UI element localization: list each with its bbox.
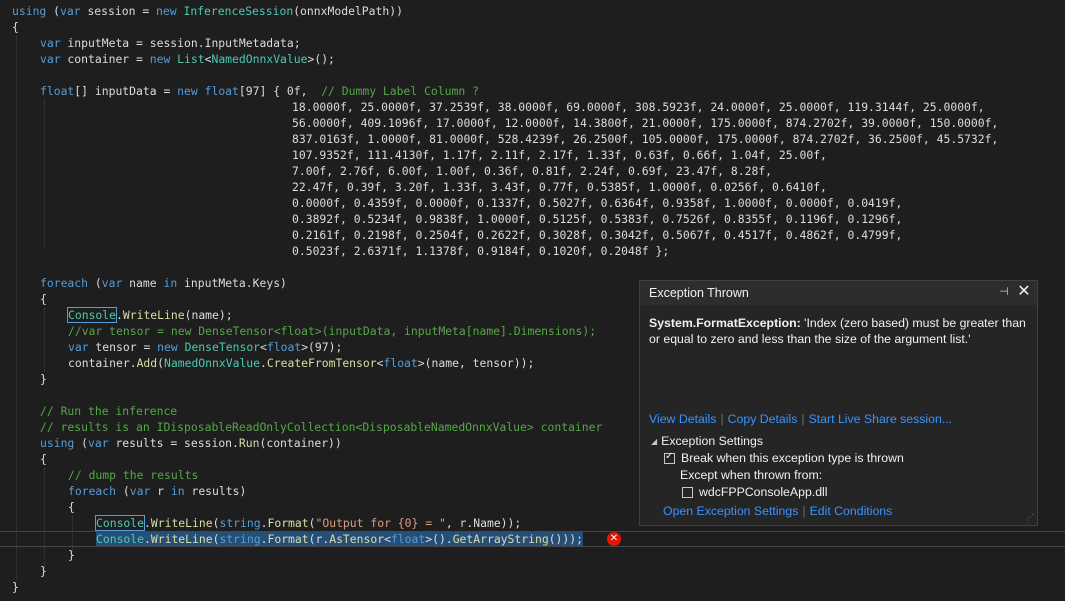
exception-popup-header: Exception Thrown ⊣ ✕ <box>640 281 1037 305</box>
console-highlight: Console <box>66 307 118 323</box>
code-line: foreach (var r in results) <box>68 484 247 498</box>
data-line: 0.2161f, 0.2198f, 0.2504f, 0.2622f, 0.30… <box>292 228 903 242</box>
popup-bottom-links: Open Exception Settings | Edit Conditions <box>663 504 892 518</box>
exception-message: System.FormatException: 'Index (zero bas… <box>649 315 1033 347</box>
popup-title: Exception Thrown <box>649 286 749 300</box>
code-line: //var tensor = new DenseTensor<float>(in… <box>68 324 597 338</box>
data-line: 22.47f, 0.39f, 3.20f, 1.33f, 3.43f, 0.77… <box>292 180 827 194</box>
code-line: { <box>68 500 75 514</box>
code-line: Console.WriteLine(name); <box>66 307 233 323</box>
code-line: var tensor = new DenseTensor<float>(97); <box>68 340 343 354</box>
code-line: using (var session = new InferenceSessio… <box>12 4 403 18</box>
module-checkbox[interactable] <box>682 487 693 498</box>
code-line: { <box>40 452 47 466</box>
data-line: 107.9352f, 111.4130f, 1.17f, 2.11f, 2.17… <box>292 148 827 162</box>
code-line: // dump the results <box>68 468 199 482</box>
code-line: { <box>12 20 19 34</box>
code-line: using (var results = session.Run(contain… <box>40 436 342 450</box>
code-line: var container = new List<NamedOnnxValue>… <box>40 52 335 66</box>
data-line: 0.0000f, 0.4359f, 0.0000f, 0.1337f, 0.50… <box>292 196 903 210</box>
code-line: } <box>40 372 47 386</box>
code-line: // results is an IDisposableReadOnlyColl… <box>40 420 603 434</box>
code-line: // Run the inference <box>40 404 178 418</box>
code-line: } <box>68 548 75 562</box>
indent-guide <box>44 100 45 248</box>
copy-details-link[interactable]: Copy Details <box>728 412 798 426</box>
edit-conditions-link[interactable]: Edit Conditions <box>810 504 893 518</box>
pin-icon[interactable]: ⊣ <box>997 285 1011 299</box>
resize-grip-icon[interactable]: ⋰ <box>1026 514 1034 522</box>
module-row[interactable]: wdcFPPConsoleApp.dll <box>682 485 828 499</box>
except-when-label: Except when thrown from: <box>680 468 823 482</box>
indent-guide <box>16 36 17 580</box>
code-line: } <box>40 564 47 578</box>
exception-statement-highlight: Console.WriteLine(string.Format(r.AsTens… <box>96 532 583 546</box>
close-icon[interactable]: ✕ <box>1015 283 1033 301</box>
link-separator: | <box>720 412 724 426</box>
console-highlight: Console <box>94 515 146 531</box>
view-details-link[interactable]: View Details <box>649 412 716 426</box>
code-line-exception: Console.WriteLine(string.Format(r.AsTens… <box>96 531 583 547</box>
link-separator: | <box>802 504 806 518</box>
exception-type: System.FormatException: <box>649 316 801 330</box>
code-line: Console.WriteLine(string.Format("Output … <box>94 515 522 531</box>
indent-guide <box>44 468 45 568</box>
data-line: 18.0000f, 25.0000f, 37.2539f, 38.0000f, … <box>292 100 985 114</box>
live-share-link[interactable]: Start Live Share session... <box>809 412 953 426</box>
code-line: float[] inputData = new float[97] { 0f, … <box>40 84 479 98</box>
data-line: 0.5023f, 2.6371f, 1.1378f, 0.9184f, 0.10… <box>292 244 670 258</box>
code-line: container.Add(NamedOnnxValue.CreateFromT… <box>68 356 535 370</box>
data-line: 7.00f, 2.76f, 6.00f, 1.00f, 0.36f, 0.81f… <box>292 164 773 178</box>
code-line: } <box>12 580 19 594</box>
link-separator: | <box>801 412 805 426</box>
error-circle-icon[interactable]: ✕ <box>607 532 621 546</box>
data-line: 0.3892f, 0.5234f, 0.9838f, 1.0000f, 0.51… <box>292 212 903 226</box>
collapse-triangle-icon[interactable]: ◢ <box>651 437 657 446</box>
data-line: 56.0000f, 409.1096f, 17.0000f, 12.0000f,… <box>292 116 999 130</box>
popup-links: View Details | Copy Details | Start Live Sha… <box>649 412 952 426</box>
code-line: { <box>40 292 47 306</box>
open-exception-settings-link[interactable]: Open Exception Settings <box>663 504 798 518</box>
exception-settings-header[interactable]: ◢ Exception Settings <box>651 434 763 448</box>
exception-popup: Exception Thrown ⊣ ✕ System.FormatExcept… <box>639 280 1038 526</box>
data-line: 837.0163f, 1.0000f, 81.0000f, 528.4239f,… <box>292 132 999 146</box>
indent-guide <box>44 308 45 372</box>
break-when-thrown-row[interactable]: Break when this exception type is thrown <box>664 451 904 465</box>
code-line: var inputMeta = session.InputMetadata; <box>40 36 301 50</box>
break-checkbox[interactable] <box>664 451 675 464</box>
code-line: foreach (var name in inputMeta.Keys) <box>40 276 287 290</box>
